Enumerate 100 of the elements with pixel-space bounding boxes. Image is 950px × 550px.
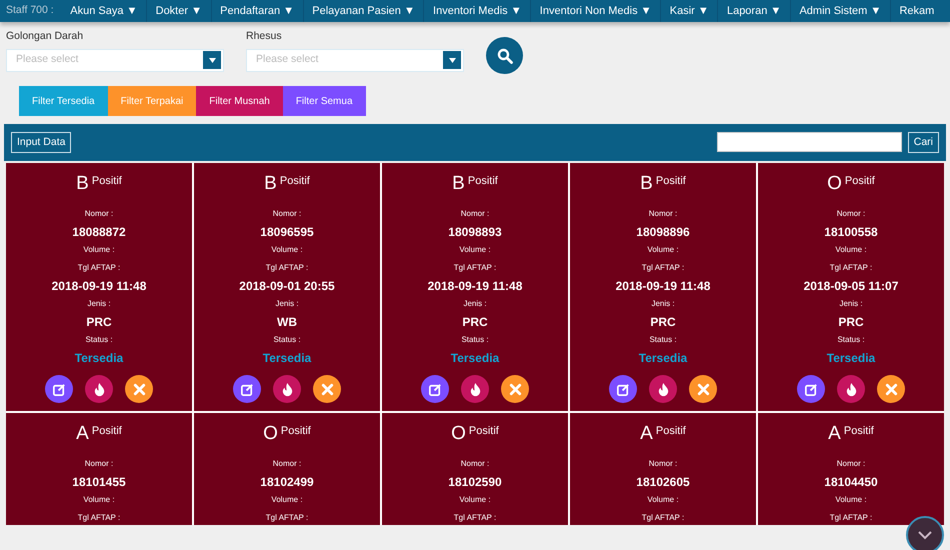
delete-button[interactable] xyxy=(689,375,717,403)
field-label: Jenis : xyxy=(274,298,300,310)
rhesus-label: Positif xyxy=(656,175,686,187)
filter-button[interactable]: Filter Semua xyxy=(282,86,366,116)
search-field[interactable] xyxy=(716,132,902,152)
edit-icon xyxy=(240,382,254,396)
delete-button[interactable] xyxy=(125,375,153,403)
status-text: Tersedia xyxy=(638,350,688,367)
field-label: Volume : xyxy=(834,244,868,256)
field-label: Golongan Darah xyxy=(6,29,84,44)
blood-group: A xyxy=(828,423,841,444)
search-button[interactable]: Cari xyxy=(908,132,939,154)
blood-group: O xyxy=(263,423,278,444)
blood-group: A xyxy=(640,423,653,444)
field-label: Nomor : xyxy=(836,458,866,470)
close-icon xyxy=(696,382,710,396)
field-label: Tgl AFTAP : xyxy=(452,262,498,274)
field-label: Volume : xyxy=(834,494,868,506)
dropdown-button[interactable] xyxy=(203,51,221,70)
burn-button[interactable] xyxy=(461,375,489,403)
field-value: PRC xyxy=(461,314,489,331)
field-label: Status : xyxy=(836,334,866,346)
search-button[interactable] xyxy=(486,37,523,74)
filter-button[interactable]: Filter Musnah xyxy=(196,86,283,116)
field-value: WB xyxy=(276,314,298,331)
field-value: 2018-09-19 11:48 xyxy=(426,278,524,295)
field-value: 2018-09-01 20:55 xyxy=(238,278,336,295)
field-label: Jenis : xyxy=(462,298,488,310)
field-label: Nomor : xyxy=(272,458,302,470)
status-text: Tersedia xyxy=(262,350,312,367)
burn-button[interactable] xyxy=(649,375,677,403)
chevron-down-icon xyxy=(918,530,932,540)
field-value: 18102590 xyxy=(447,474,503,491)
rhesus-label: Positif xyxy=(656,425,686,437)
burn-button[interactable] xyxy=(837,375,865,403)
field-value: 2018-09-19 11:48 xyxy=(614,278,712,295)
field-label: Volume : xyxy=(82,494,116,506)
nav-menu-item[interactable]: Laporan ▼ xyxy=(718,0,791,22)
nav-menu-item[interactable]: Akun Saya ▼ xyxy=(62,0,148,22)
scroll-down-button[interactable] xyxy=(906,516,944,550)
field-value: 18102605 xyxy=(635,474,691,491)
field-value: 18100558 xyxy=(823,224,879,241)
field-label: Status : xyxy=(460,334,490,346)
nav-menu-item[interactable]: Pendaftaran ▼ xyxy=(212,0,304,22)
edit-button[interactable] xyxy=(45,375,73,403)
burn-button[interactable] xyxy=(85,375,113,403)
nav-menu-item[interactable]: Kasir ▼ xyxy=(661,0,718,22)
close-icon xyxy=(320,382,334,396)
field-label: Volume : xyxy=(82,244,116,256)
delete-button[interactable] xyxy=(501,375,529,403)
blood-group: A xyxy=(76,423,89,444)
field-label: Status : xyxy=(648,334,678,346)
rhesus-label: Positif xyxy=(280,175,310,187)
dropdown-button[interactable] xyxy=(443,51,461,70)
nav-menu-item[interactable]: Pelayanan Pasien ▼ xyxy=(304,0,424,22)
nav-menu-item[interactable]: Dokter ▼ xyxy=(147,0,212,22)
nav-menu-item[interactable]: Inventori Medis ▼ xyxy=(424,0,532,22)
nav-menu-item[interactable]: Inventori Non Medis ▼ xyxy=(531,0,662,22)
field-label: Volume : xyxy=(646,244,680,256)
field-label: Jenis : xyxy=(838,298,864,310)
input-data-button[interactable]: Input Data xyxy=(11,132,72,154)
status-text: Tersedia xyxy=(826,350,876,367)
blood-group: B xyxy=(452,173,465,194)
nav-menu-item[interactable]: Rekam xyxy=(890,0,934,22)
burn-button[interactable] xyxy=(273,375,301,403)
field-label: Volume : xyxy=(458,494,492,506)
edit-icon xyxy=(428,382,442,396)
nav-menu-item[interactable]: Admin Sistem ▼ xyxy=(790,0,891,22)
field-label: Nomor : xyxy=(460,458,490,470)
edit-button[interactable] xyxy=(797,375,825,403)
delete-button[interactable] xyxy=(877,375,905,403)
edit-button[interactable] xyxy=(609,375,637,403)
status-text: Tersedia xyxy=(74,350,124,367)
field-label: Tgl AFTAP : xyxy=(76,262,122,274)
field-label: Nomor : xyxy=(460,208,490,220)
blood-group: O xyxy=(451,423,466,444)
field-label: Tgl AFTAP : xyxy=(828,262,874,274)
field-label: Status : xyxy=(272,334,302,346)
field-label: Rhesus xyxy=(246,29,283,44)
delete-button[interactable] xyxy=(313,375,341,403)
user-label: Staff 700 : xyxy=(6,3,54,18)
edit-button[interactable] xyxy=(233,375,261,403)
field-value: 18104450 xyxy=(823,474,879,491)
caret-icon xyxy=(448,58,456,63)
field-value: PRC xyxy=(837,314,865,331)
edit-icon xyxy=(616,382,630,396)
field-label: Status : xyxy=(84,334,114,346)
blood-group: B xyxy=(76,173,89,194)
field-label: Nomor : xyxy=(272,208,302,220)
field-label: Tgl AFTAP : xyxy=(452,512,498,524)
field-value: 2018-09-19 11:48 xyxy=(50,278,148,295)
rhesus-label: Positif xyxy=(92,425,122,437)
field-label: Nomor : xyxy=(84,458,114,470)
field-label: Tgl AFTAP : xyxy=(76,512,122,524)
edit-button[interactable] xyxy=(421,375,449,403)
close-icon xyxy=(132,382,146,396)
field-label: Nomor : xyxy=(648,208,678,220)
close-icon xyxy=(508,382,522,396)
field-label: Tgl AFTAP : xyxy=(264,512,310,524)
field-value: PRC xyxy=(649,314,677,331)
